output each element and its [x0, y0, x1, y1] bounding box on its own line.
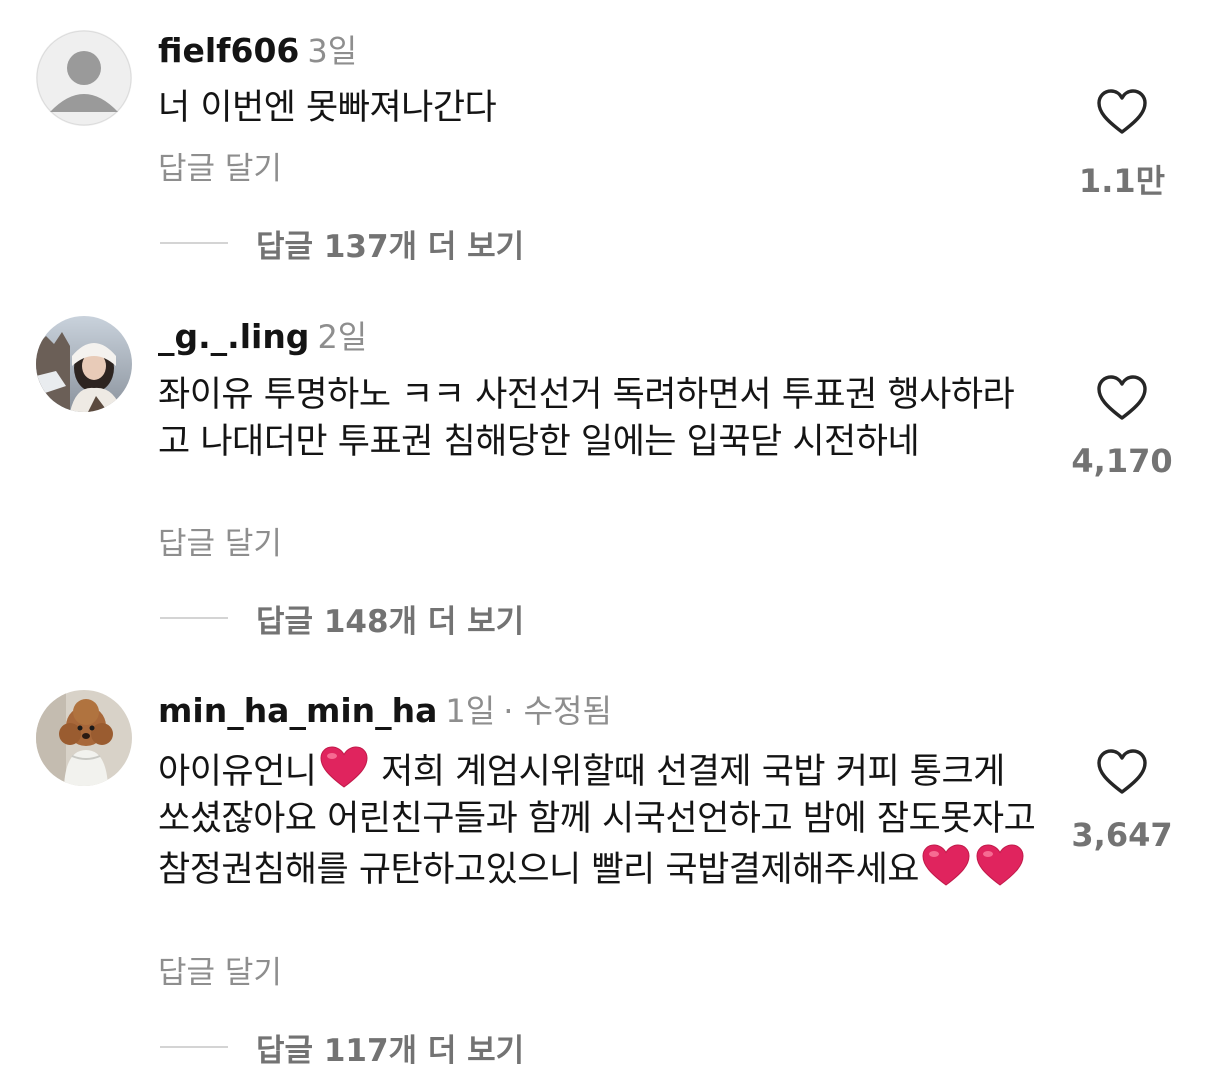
heart-outline-icon[interactable]	[1096, 748, 1148, 796]
comment-text-part: 아이유언니	[158, 752, 317, 792]
divider-line	[160, 242, 228, 244]
timestamp: 3일	[307, 32, 358, 70]
reply-button[interactable]: 답글 달기	[158, 958, 282, 989]
comment-text: 너 이번엔 못빠져나간다	[158, 88, 497, 128]
view-more-replies-label: 답글 137개 더 보기	[256, 228, 525, 265]
photo-avatar	[36, 316, 132, 412]
like-column: 4,170	[1062, 374, 1182, 480]
comment-header: _g._.ling 2일	[158, 320, 367, 353]
comment-header: min_ha_min_ha 1일 · 수정됨	[158, 694, 612, 727]
view-more-replies-button[interactable]: 답글 137개 더 보기	[160, 223, 525, 265]
view-more-replies-label: 답글 148개 더 보기	[256, 603, 525, 640]
username[interactable]: min_ha_min_ha	[158, 691, 437, 730]
username[interactable]: fielf606	[158, 31, 299, 70]
like-count: 1.1만	[1078, 162, 1166, 200]
reply-button[interactable]: 답글 달기	[158, 529, 282, 560]
comment-text: 좌이유 투명하노 ㅋㅋ 사전선거 독려하면서 투표권 행사하라고 나대더만 투표…	[158, 375, 1015, 462]
heart-outline-icon[interactable]	[1096, 88, 1148, 136]
like-count: 4,170	[1071, 442, 1173, 480]
heart-outline-icon[interactable]	[1096, 374, 1148, 422]
divider-line	[160, 617, 228, 619]
red-heart-emoji-icon	[976, 844, 1024, 886]
avatar[interactable]	[36, 690, 132, 786]
timestamp: 1일	[445, 692, 496, 730]
comment-text: 아이유언니 저희 계엄시위할때 선결제 국밥 커피 통크게 쏘셨잖아요 어린친구…	[158, 745, 1038, 894]
reply-button[interactable]: 답글 달기	[158, 154, 282, 185]
like-column: 3,647	[1062, 748, 1182, 854]
timestamp: 2일	[317, 318, 368, 356]
like-column: 1.1만	[1062, 88, 1182, 202]
username[interactable]: _g._.ling	[158, 317, 309, 356]
view-more-replies-button[interactable]: 답글 117개 더 보기	[160, 1027, 525, 1069]
like-count: 3,647	[1071, 816, 1173, 854]
red-heart-emoji-icon	[922, 844, 970, 886]
comment-header: fielf606 3일	[158, 34, 357, 67]
avatar[interactable]	[36, 30, 132, 126]
red-heart-emoji-icon	[320, 746, 368, 788]
dog-photo-avatar	[36, 690, 132, 786]
view-more-replies-button[interactable]: 답글 148개 더 보기	[160, 598, 525, 640]
default-avatar-icon	[36, 30, 132, 126]
view-more-replies-label: 답글 117개 더 보기	[256, 1032, 525, 1069]
edited-label: · 수정됨	[503, 692, 612, 730]
divider-line	[160, 1046, 228, 1048]
avatar[interactable]	[36, 316, 132, 412]
